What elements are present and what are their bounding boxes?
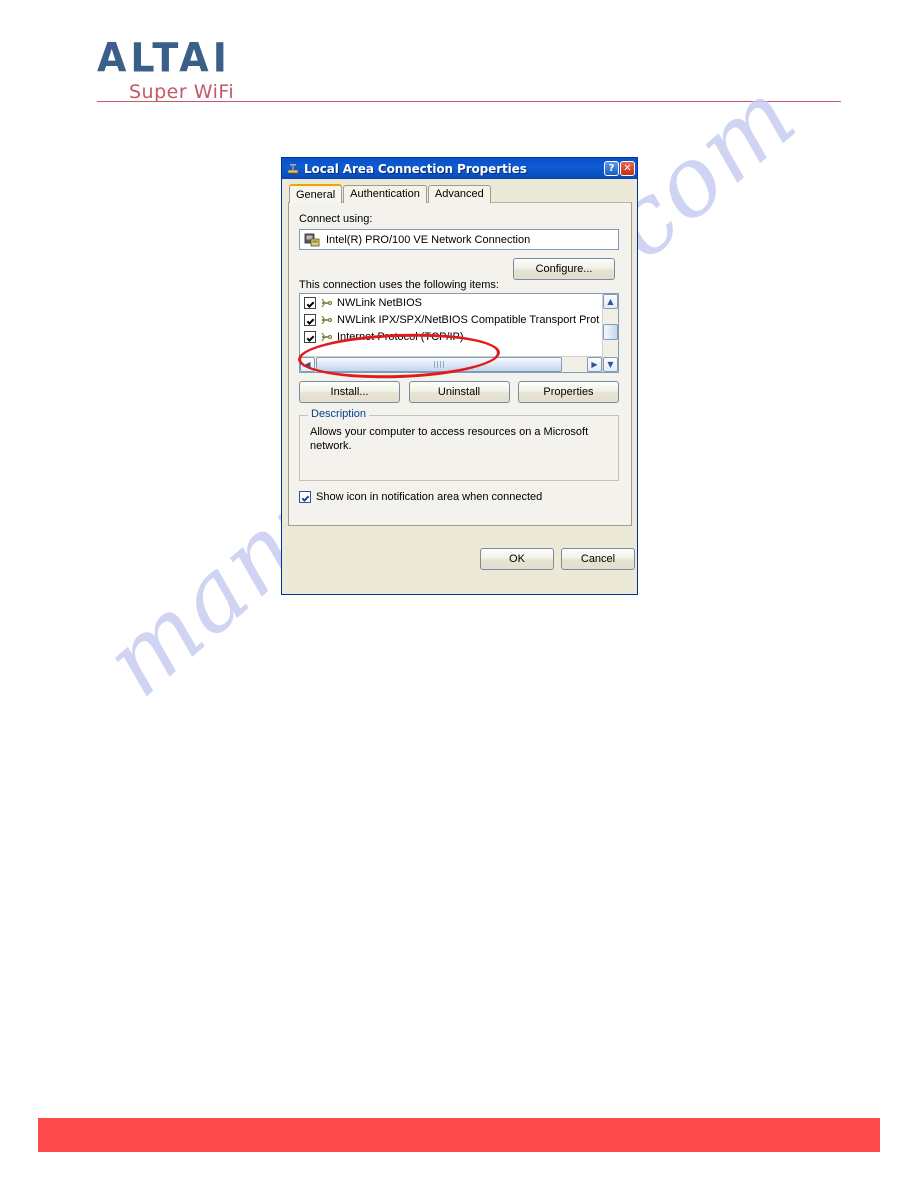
page-header: ALTAI Super WiFi: [0, 0, 918, 120]
connect-using-label: Connect using:: [299, 213, 373, 225]
network-adapter-icon: [304, 233, 320, 247]
list-item[interactable]: Internet Protocol (TCP/IP): [300, 328, 618, 345]
footer-bar: [38, 1118, 880, 1152]
tab-strip: General Authentication Advanced: [289, 184, 492, 203]
protocol-icon: [320, 314, 334, 326]
help-button[interactable]: ?: [604, 161, 619, 176]
list-item-label: NWLink NetBIOS: [337, 296, 422, 309]
scroll-down-icon[interactable]: ▼: [603, 357, 618, 372]
items-list-label: This connection uses the following items…: [299, 279, 499, 291]
logo-tagline: Super WiFi: [129, 81, 235, 103]
connection-items-list[interactable]: NWLink NetBIOS NWLink IPX/SPX/NetBIOS Co…: [299, 293, 619, 373]
close-icon[interactable]: ✕: [620, 161, 635, 176]
install-button[interactable]: Install...: [299, 381, 400, 403]
horizontal-scroll-thumb[interactable]: [316, 357, 562, 372]
horizontal-scrollbar[interactable]: ◀ ▶: [300, 356, 602, 372]
scroll-up-icon[interactable]: ▲: [603, 294, 618, 309]
general-tab-panel: Connect using: Intel(R) PRO/100 VE Netwo…: [288, 202, 632, 526]
properties-button[interactable]: Properties: [518, 381, 619, 403]
dialog-footer: OK Cancel: [282, 526, 637, 594]
description-text: Allows your computer to access resources…: [310, 426, 589, 452]
adapter-name: Intel(R) PRO/100 VE Network Connection: [326, 233, 531, 246]
scroll-right-icon[interactable]: ▶: [587, 357, 602, 372]
description-legend: Description: [308, 408, 370, 420]
show-icon-checkbox[interactable]: [299, 491, 311, 503]
logo-wordmark: ALTAI: [97, 34, 231, 82]
altai-logo: ALTAI Super WiFi: [97, 38, 397, 103]
local-area-connection-properties-dialog: Local Area Connection Properties ? ✕ Gen…: [281, 157, 638, 595]
tab-authentication[interactable]: Authentication: [343, 185, 427, 203]
list-item-label: Internet Protocol (TCP/IP): [337, 330, 464, 343]
item-checkbox[interactable]: [304, 313, 316, 326]
adapter-display: Intel(R) PRO/100 VE Network Connection: [299, 229, 619, 250]
list-item[interactable]: NWLink IPX/SPX/NetBIOS Compatible Transp…: [300, 311, 618, 328]
show-icon-label: Show icon in notification area when conn…: [316, 491, 543, 503]
tab-advanced[interactable]: Advanced: [427, 185, 491, 203]
scroll-left-icon[interactable]: ◀: [300, 357, 315, 372]
cancel-button[interactable]: Cancel: [561, 548, 635, 570]
tab-general[interactable]: General: [289, 184, 343, 203]
uninstall-button[interactable]: Uninstall: [408, 381, 510, 403]
vertical-scroll-thumb[interactable]: [603, 324, 618, 340]
protocol-icon: [320, 331, 334, 343]
list-item-label: NWLink IPX/SPX/NetBIOS Compatible Transp…: [337, 313, 600, 326]
list-item[interactable]: NWLink NetBIOS: [300, 294, 618, 311]
item-action-buttons: Install... Uninstall Properties: [299, 381, 619, 403]
ok-button[interactable]: OK: [480, 548, 554, 570]
vertical-scrollbar[interactable]: ▲ ▼: [602, 294, 618, 372]
dialog-title: Local Area Connection Properties: [304, 161, 527, 176]
configure-button[interactable]: Configure...: [513, 258, 615, 280]
show-icon-checkbox-row[interactable]: Show icon in notification area when conn…: [299, 491, 542, 503]
scroll-thumb-grip: [434, 361, 444, 368]
item-checkbox[interactable]: [304, 330, 316, 343]
network-connection-icon: [286, 162, 300, 176]
dialog-titlebar[interactable]: Local Area Connection Properties ? ✕: [282, 158, 637, 179]
header-divider: [97, 101, 841, 102]
protocol-icon: [320, 297, 334, 309]
item-checkbox[interactable]: [304, 296, 316, 309]
